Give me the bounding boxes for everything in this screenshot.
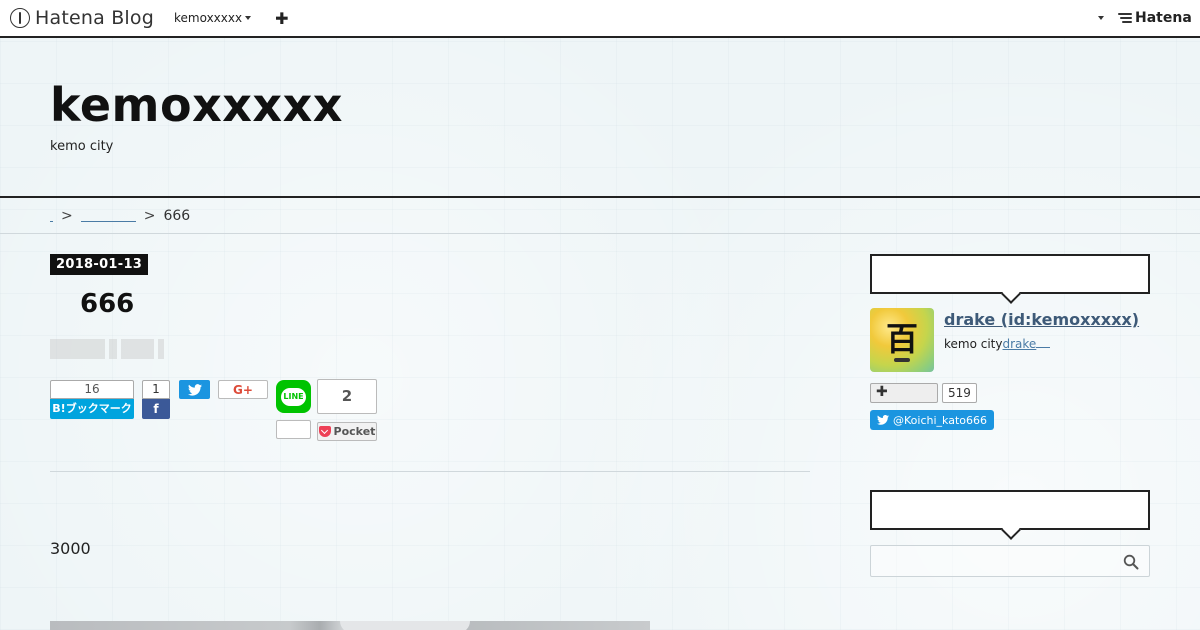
sidebar-profile-module-title	[870, 254, 1150, 294]
category-placeholder[interactable]	[158, 339, 164, 359]
hatena-bookmark-count[interactable]: 16	[50, 380, 134, 399]
blog-description: kemo city	[50, 139, 114, 154]
hatena-blog-logo-icon	[10, 8, 30, 28]
blog-header: kemoxxxxx kemo city	[0, 38, 1200, 198]
blog-menu-label: kemoxxxxx	[174, 11, 243, 25]
pocket-button[interactable]: Pocket	[317, 422, 377, 441]
brand-text: Hatena Blog	[35, 7, 154, 29]
entry-date[interactable]: 2018-01-13	[50, 254, 149, 275]
follow-button[interactable]: ✚	[870, 383, 938, 403]
facebook-icon[interactable]: f	[142, 399, 170, 419]
category-placeholder[interactable]	[121, 339, 154, 359]
hatena-mark-icon	[1118, 13, 1132, 23]
pocket-label: Pocket	[333, 425, 376, 438]
category-placeholder[interactable]	[50, 339, 105, 359]
breadcrumb: > > 666	[0, 198, 1200, 234]
avatar-kanji: 百	[885, 320, 918, 358]
breadcrumb-category-link[interactable]	[80, 210, 136, 222]
entry-body-text: 3000	[50, 539, 91, 558]
avatar-decoration	[894, 358, 910, 362]
twitter-share-button[interactable]	[179, 380, 210, 399]
blog-title[interactable]: kemoxxxxx	[50, 78, 343, 132]
line-icon: LINE	[281, 387, 306, 406]
breadcrumb-separator: >	[143, 207, 156, 224]
category-placeholder[interactable]	[109, 339, 117, 359]
google-plus-share-button[interactable]: G+	[218, 380, 268, 399]
line-share-count	[276, 420, 311, 439]
twitter-follow-button[interactable]: @Koichi_kato666	[870, 410, 994, 430]
breadcrumb-current: 666	[163, 207, 191, 224]
hatena-bookmark-share[interactable]: 16 B!ブックマーク	[50, 380, 134, 419]
chevron-down-icon	[245, 16, 252, 20]
blog-menu-dropdown[interactable]: kemoxxxxx	[174, 11, 252, 25]
entry-categories	[50, 339, 168, 359]
breadcrumb-home-link[interactable]	[50, 210, 53, 222]
hatena-logo-link[interactable]: Hatena	[1118, 10, 1192, 26]
twitter-bird-icon	[877, 415, 889, 425]
profile-description-text: kemo city	[944, 337, 1003, 351]
sidebar-search-module-title	[870, 490, 1150, 530]
profile-name-link[interactable]: drake (id:kemoxxxxx)	[944, 310, 1139, 329]
photo-content	[340, 621, 470, 630]
profile-description-link-gap[interactable]	[1036, 338, 1051, 348]
add-entry-button[interactable]: ✚	[275, 9, 288, 28]
line-share-button[interactable]: LINE	[276, 380, 311, 413]
hatena-logo-text: Hatena	[1135, 10, 1192, 26]
profile-description: kemo citydrake	[944, 337, 1051, 351]
twitter-bird-icon	[187, 383, 202, 396]
pocket-count: 2	[317, 379, 377, 414]
pocket-icon	[318, 426, 331, 437]
user-menu-caret-icon[interactable]	[1098, 16, 1104, 20]
hatena-bookmark-button[interactable]: B!ブックマーク	[50, 399, 134, 419]
entry-title[interactable]: 666	[80, 289, 134, 319]
profile-avatar[interactable]: 百	[870, 308, 934, 372]
facebook-share-count: 1	[142, 380, 170, 399]
facebook-share[interactable]: 1 f	[142, 380, 170, 419]
hatena-blog-brand[interactable]: Hatena Blog	[10, 7, 154, 29]
entry-photo[interactable]	[50, 621, 650, 630]
breadcrumb-separator: >	[61, 207, 73, 224]
search-input[interactable]	[871, 546, 1111, 576]
entry-divider	[50, 471, 810, 472]
global-navbar: Hatena Blog kemoxxxxx ✚ Hatena	[0, 0, 1200, 38]
search-form	[870, 545, 1150, 577]
search-icon[interactable]	[1123, 554, 1139, 570]
follower-count[interactable]: 519	[942, 383, 977, 403]
profile-description-link[interactable]: drake	[1003, 337, 1037, 351]
twitter-follow-label: @Koichi_kato666	[893, 413, 987, 427]
